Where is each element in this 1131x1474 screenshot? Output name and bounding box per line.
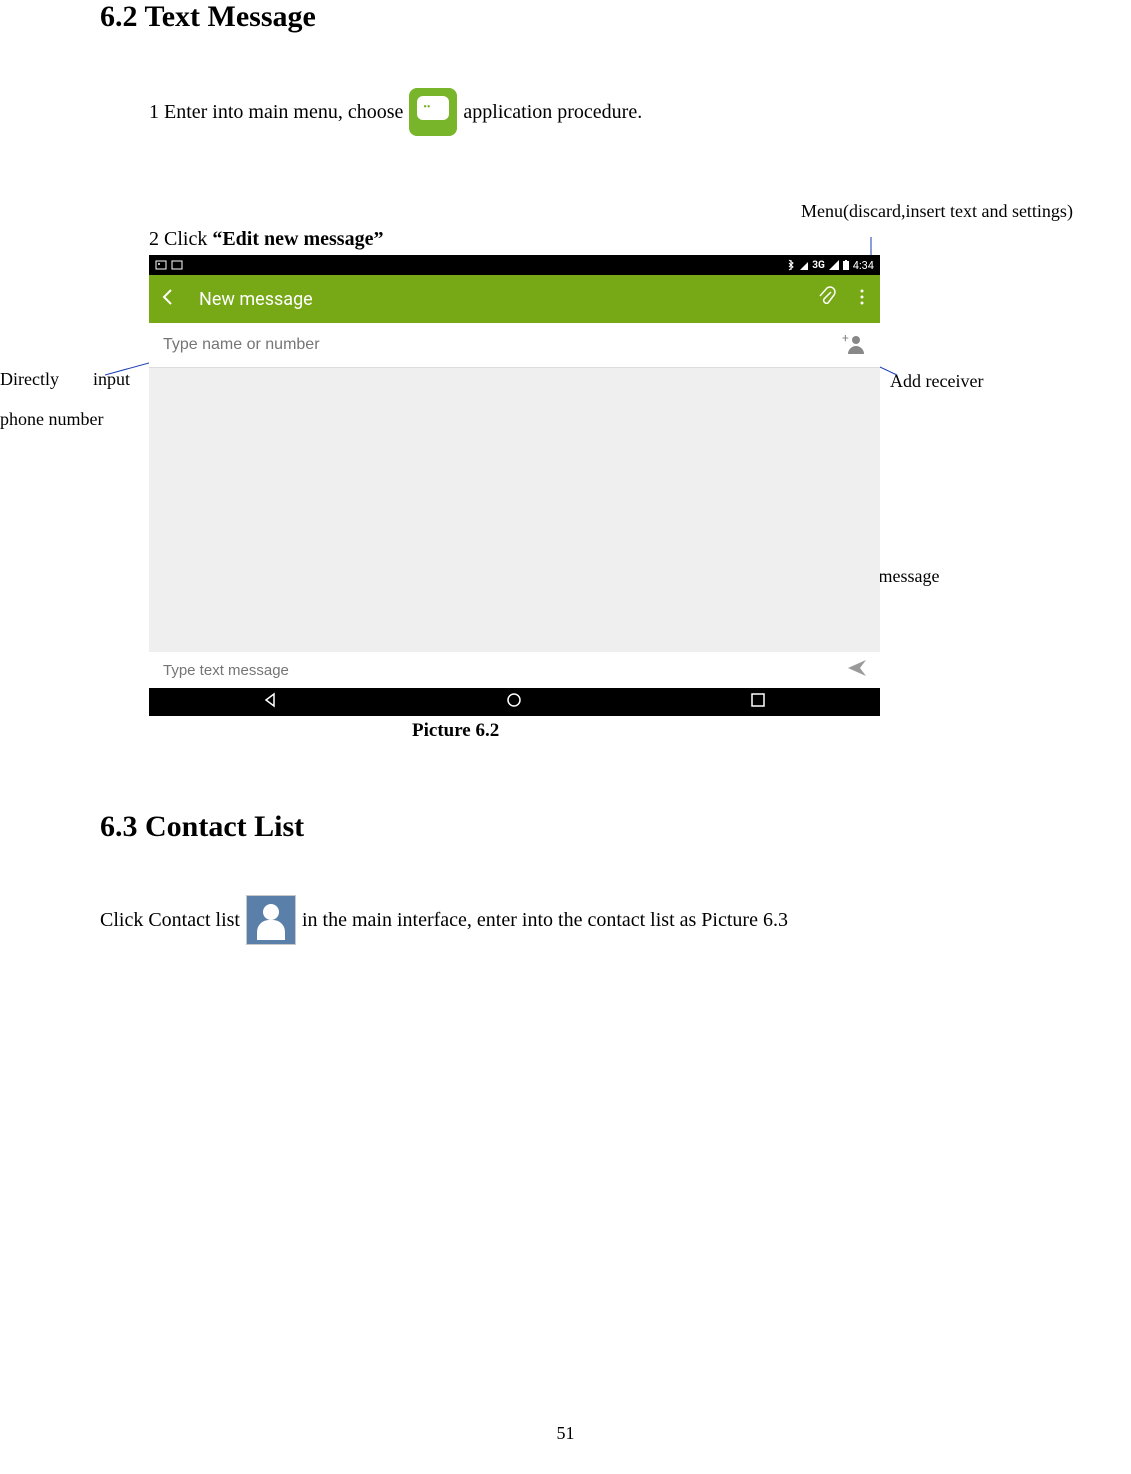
android-nav-bar (149, 688, 880, 716)
attach-button[interactable] (816, 286, 838, 313)
add-contact-button[interactable]: + (842, 332, 868, 359)
page-number: 51 (0, 1423, 1131, 1444)
status-right: 3G 4:34 (786, 259, 874, 272)
contact-list-line: Click Contact list in the main interface… (100, 895, 788, 945)
messaging-app-icon: •• (409, 88, 457, 136)
step1-post: application procedure. (463, 101, 642, 124)
card-icon (171, 259, 183, 271)
status-network: 3G (812, 260, 825, 271)
status-bar: 3G 4:34 (149, 255, 880, 275)
signal-icon (829, 260, 839, 270)
battery-icon (843, 260, 849, 270)
appbar-title: New message (199, 289, 800, 310)
step-1: 1 Enter into main menu, choose •• applic… (149, 88, 642, 136)
step-2: 2 Click “Edit new message” (149, 228, 383, 251)
compose-input[interactable] (161, 661, 846, 680)
status-time: 4:34 (853, 259, 874, 272)
compose-row (149, 652, 880, 688)
screenshot-new-message: 3G 4:34 New message + (149, 255, 880, 707)
nav-recents-button[interactable] (749, 690, 767, 714)
nav-home-button[interactable] (505, 690, 523, 714)
contacts-app-icon (246, 895, 296, 945)
send-button[interactable] (846, 657, 868, 684)
contact-line-pre: Click Contact list (100, 909, 240, 932)
figure-caption-6-2: Picture 6.2 (412, 720, 499, 742)
bluetooth-icon (786, 259, 796, 271)
app-bar: New message (149, 275, 880, 323)
step2-pre: 2 Click (149, 228, 212, 250)
svg-text:+: + (842, 332, 849, 345)
message-body-area (149, 368, 880, 652)
recipient-input[interactable] (161, 335, 842, 355)
heading-6-2: 6.2 Text Message (100, 0, 316, 34)
callout-add-receiver: Add receiver (890, 365, 983, 397)
callout-input-number: Directly input phone number (0, 360, 130, 439)
recipient-row: + (149, 323, 880, 368)
step1-pre: 1 Enter into main menu, choose (149, 101, 403, 124)
heading-6-3: 6.3 Contact List (100, 810, 304, 844)
photo-icon (155, 259, 167, 271)
overflow-menu-button[interactable] (854, 286, 870, 313)
page: 6.2 Text Message 1 Enter into main menu,… (0, 0, 1131, 1474)
nav-back-button[interactable] (262, 690, 280, 714)
back-button[interactable] (159, 287, 179, 312)
signal-small-icon (800, 260, 808, 270)
status-left (155, 259, 183, 271)
contact-line-post: in the main interface, enter into the co… (302, 909, 788, 932)
step2-bold: “Edit new message” (212, 228, 383, 250)
callout-menu: Menu(discard,insert text and settings) (801, 195, 1131, 227)
